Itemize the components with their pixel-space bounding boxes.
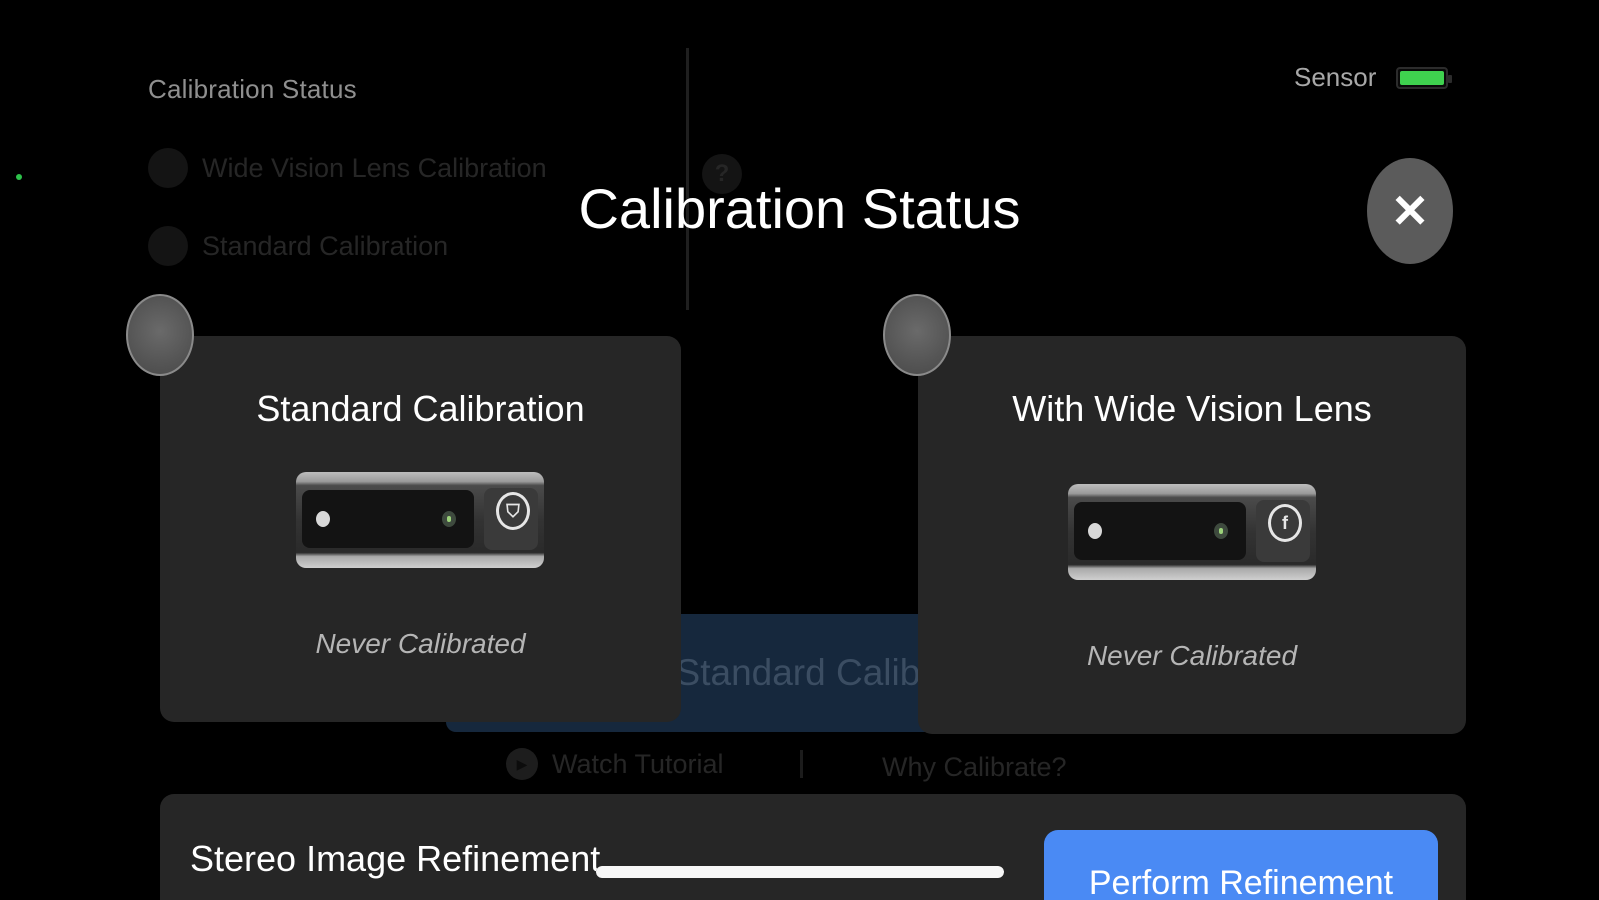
- calibration-status-text: Never Calibrated: [315, 628, 526, 659]
- calibration-screen: Calibration Status Wide Vision Lens Cali…: [0, 0, 1599, 900]
- refinement-progress-bar: [596, 866, 1004, 878]
- camera-lens-icon: [316, 511, 330, 527]
- perform-refinement-button[interactable]: Perform Refinement: [1044, 830, 1438, 900]
- calibration-status-text: Never Calibrated: [1086, 640, 1298, 671]
- sensor-device-icon: f: [1068, 484, 1316, 580]
- card-title: Standard Calibration: [256, 388, 585, 429]
- wide-lens-logo-icon: f: [1268, 504, 1302, 542]
- wide-vision-lens-card[interactable]: With Wide Vision Lens f Never Calibrated: [918, 336, 1466, 734]
- stereo-refinement-panel: Stereo Image Refinement Perform Refineme…: [160, 794, 1466, 900]
- calibration-status-modal: Calibration Status ✕ Standard Calibratio…: [0, 0, 1599, 900]
- wide-vision-lens-radio[interactable]: [883, 294, 951, 376]
- camera-lens-icon: [1088, 523, 1102, 539]
- close-button[interactable]: ✕: [1367, 158, 1453, 264]
- camera-lens-icon: [442, 511, 456, 527]
- close-icon: ✕: [1390, 185, 1430, 237]
- refinement-label: Stereo Image Refinement: [190, 838, 601, 879]
- standard-calibration-card[interactable]: Standard Calibration ⛉ Never Calibrated: [160, 336, 681, 722]
- camera-lens-icon: [1214, 523, 1228, 539]
- refinement-progress-fill: [596, 866, 1004, 878]
- standard-calibration-radio[interactable]: [126, 294, 194, 376]
- card-title: With Wide Vision Lens: [1012, 388, 1372, 429]
- shield-logo-icon: ⛉: [496, 492, 530, 530]
- modal-title: Calibration Status: [578, 177, 1021, 240]
- perform-refinement-label: Perform Refinement: [1088, 864, 1394, 900]
- sensor-device-icon: ⛉: [296, 472, 544, 568]
